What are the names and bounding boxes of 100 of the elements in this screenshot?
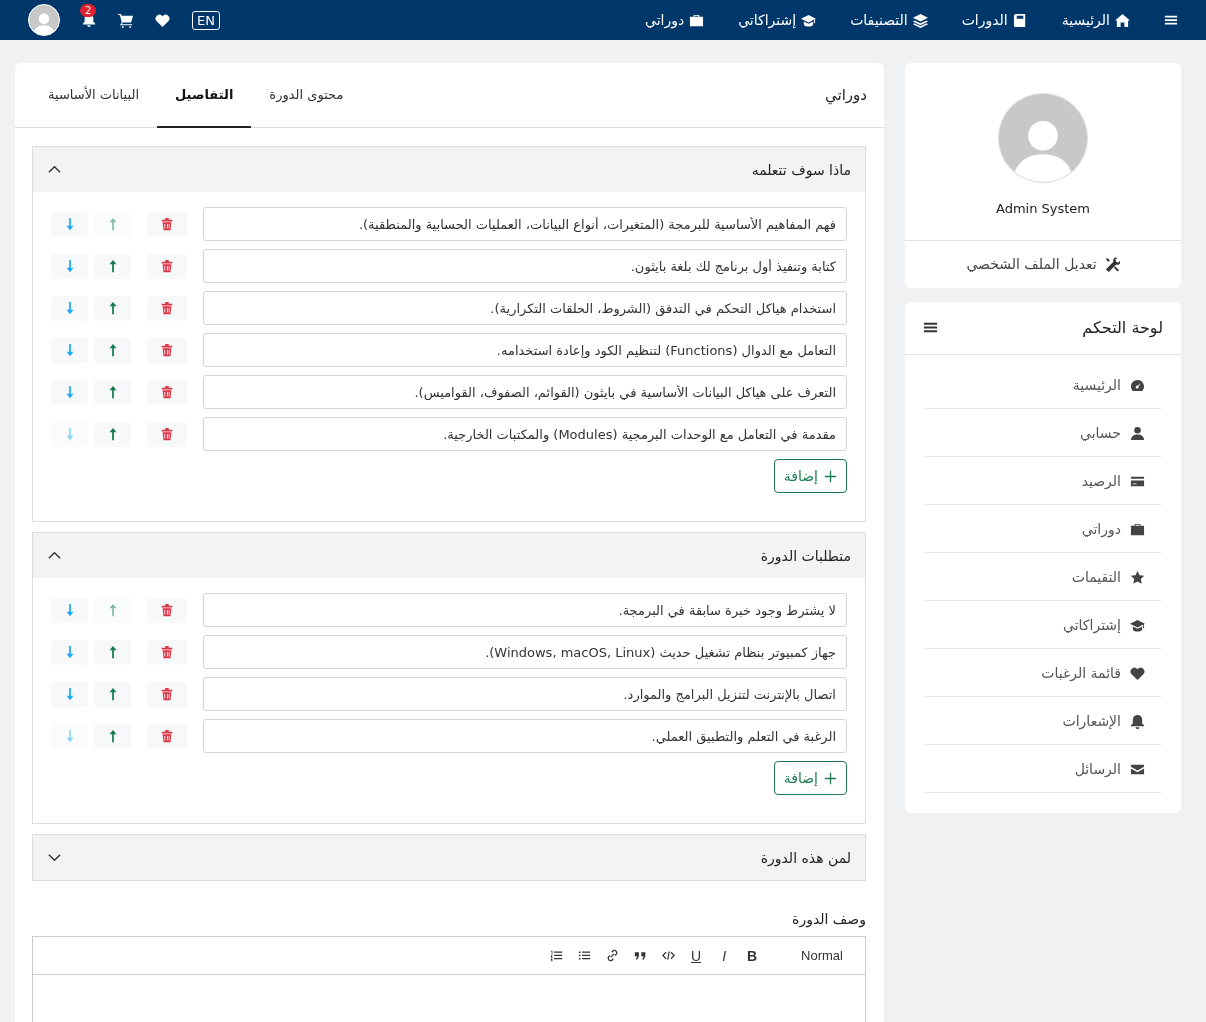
trash-icon	[160, 645, 174, 659]
trash-icon	[160, 301, 174, 315]
wishlist-button[interactable]	[155, 12, 170, 28]
delete-button[interactable]	[147, 597, 187, 623]
menu-icon	[1164, 13, 1178, 27]
text-field[interactable]: استخدام هياكل التحكم في التدفق (الشروط، الحلقات التكرارية).	[203, 291, 847, 325]
move-down-button[interactable]	[51, 681, 88, 707]
tab[interactable]: البيانات الأساسية	[30, 63, 157, 128]
move-up-button[interactable]	[94, 379, 131, 405]
quote-icon	[633, 949, 647, 962]
delete-button[interactable]	[147, 421, 187, 447]
menu-button[interactable]	[1164, 13, 1178, 27]
text-field[interactable]: لا يشترط وجود خبرة سابقة في البرمجة.	[203, 593, 847, 627]
sidebar-item[interactable]: الرئيسية	[925, 361, 1161, 409]
delete-button[interactable]	[147, 681, 187, 707]
book-icon	[1012, 12, 1028, 28]
move-up-button[interactable]	[94, 337, 131, 363]
delete-button[interactable]	[147, 337, 187, 363]
page-title: دوراتي	[825, 86, 867, 104]
move-down-button[interactable]	[51, 379, 88, 405]
move-down-button[interactable]	[51, 253, 88, 279]
move-down-button[interactable]	[51, 295, 88, 321]
text-field[interactable]: جهاز كمبيوتر بنظام تشغيل حديث (Windows, macOS, Linux).	[203, 635, 847, 669]
delete-button[interactable]	[147, 723, 187, 749]
user-icon	[1130, 425, 1145, 441]
delete-button[interactable]	[147, 639, 187, 665]
tools-icon	[1104, 256, 1120, 272]
menu-button[interactable]	[923, 320, 938, 335]
move-down-button[interactable]	[51, 211, 88, 237]
text-field[interactable]: اتصال بالإنترنت لتنزيل البرامج والموارد.	[203, 677, 847, 711]
format-dropdown[interactable]: Normal	[801, 948, 843, 963]
bullet-list-icon	[577, 949, 591, 962]
move-up-button[interactable]	[94, 723, 131, 749]
sidebar-item[interactable]: الرسائل	[925, 745, 1161, 793]
move-down-button[interactable]	[51, 337, 88, 363]
tab[interactable]: محتوى الدورة	[251, 63, 362, 128]
move-up-button[interactable]	[94, 681, 131, 707]
delete-button[interactable]	[147, 211, 187, 237]
avatar[interactable]	[28, 4, 60, 36]
move-up-button[interactable]	[94, 639, 131, 665]
text-field[interactable]: التعامل مع الدوال (Functions) لتنظيم الكود وإعادة استخدامه.	[203, 333, 847, 367]
home-icon	[1115, 12, 1130, 28]
plus-icon	[824, 469, 837, 483]
language-button[interactable]: EN	[192, 10, 220, 30]
bell-icon	[1130, 713, 1145, 729]
nav-link[interactable]: الدورات	[961, 12, 1028, 28]
text-field[interactable]: مقدمة في التعامل مع الوحدات البرمجية (Modules) والمكتبات الخارجية.	[203, 417, 847, 451]
delete-button[interactable]	[147, 295, 187, 321]
trash-icon	[160, 343, 174, 357]
trash-icon	[160, 217, 174, 231]
cart-button[interactable]	[118, 12, 133, 28]
bold-button[interactable]: B	[743, 947, 762, 964]
sidebar-item[interactable]: التقيمات	[925, 553, 1161, 601]
graduation-cap-icon	[801, 12, 817, 28]
move-down-button[interactable]	[51, 597, 88, 623]
heart-icon	[155, 12, 170, 28]
nav-link[interactable]: التصنيفات	[850, 12, 928, 28]
sidebar-item[interactable]: إشتراكاتي	[925, 601, 1161, 649]
sidebar-item[interactable]: قائمة الرغبات	[925, 649, 1161, 697]
briefcase-icon	[689, 12, 705, 28]
trash-icon	[160, 603, 174, 617]
underline-button[interactable]: U	[687, 947, 706, 964]
plus-icon	[824, 771, 837, 785]
accordion-header[interactable]: لمن هذه الدورة	[33, 835, 865, 880]
code-icon	[661, 949, 675, 962]
nav-link[interactable]: الرئيسية	[1061, 12, 1130, 28]
link-icon	[605, 949, 619, 962]
dashboard-title: لوحة التحكم	[1082, 318, 1163, 337]
field-label: وصف الدورة	[791, 911, 866, 927]
add-button[interactable]: إضافة	[773, 459, 847, 493]
briefcase-icon	[1130, 521, 1145, 537]
move-down-button[interactable]	[51, 639, 88, 665]
star-icon	[1130, 569, 1145, 585]
menu-icon	[923, 320, 938, 335]
section-title: متطلبات الدورة	[760, 547, 851, 564]
accordion-header[interactable]: ماذا سوف تتعلمه	[33, 147, 865, 192]
cart-icon	[118, 12, 133, 28]
move-up-button[interactable]	[94, 421, 131, 447]
move-up-button[interactable]	[94, 253, 131, 279]
sidebar-item[interactable]: حسابي	[925, 409, 1161, 457]
text-field[interactable]: الرغبة في التعلم والتطبيق العملي.	[203, 719, 847, 753]
sidebar-item[interactable]: الرصيد	[925, 457, 1161, 505]
trash-icon	[160, 259, 174, 273]
text-field[interactable]: التعرف على هياكل البيانات الأساسية في بايثون (القوائم، الصفوف، القواميس).	[203, 375, 847, 409]
delete-button[interactable]	[147, 379, 187, 405]
accordion-header[interactable]: متطلبات الدورة	[33, 533, 865, 578]
sidebar-item[interactable]: الإشعارات	[925, 697, 1161, 745]
edit-profile-link[interactable]: تعديل الملف الشخصي	[966, 256, 1120, 272]
nav-link[interactable]: إشتراكاتي	[738, 12, 817, 28]
delete-button[interactable]	[147, 253, 187, 279]
sidebar-item[interactable]: دوراتي	[925, 505, 1161, 553]
heart-icon	[1130, 665, 1145, 681]
nav-link[interactable]: دوراتي	[644, 12, 705, 28]
notification-badge: 2	[80, 4, 97, 17]
add-button[interactable]: إضافة	[773, 761, 847, 795]
tab[interactable]: التفاصيل	[157, 63, 252, 128]
profile-name: Admin System	[996, 201, 1091, 216]
move-up-button[interactable]	[94, 295, 131, 321]
italic-button[interactable]: I	[715, 947, 734, 964]
section-title: ماذا سوف تتعلمه	[751, 161, 851, 178]
